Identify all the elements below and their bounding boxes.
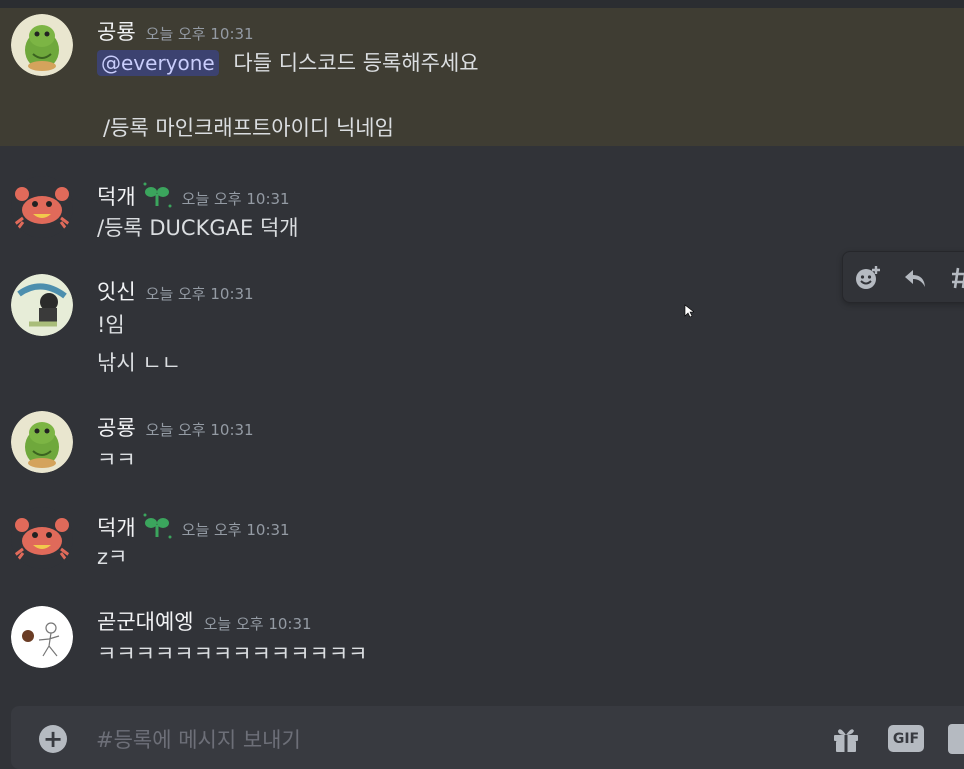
timestamp: 오늘 오후 10:31 — [181, 190, 290, 208]
message-text: ㅋㅋ — [97, 448, 136, 472]
message-content: @everyone 다들 디스코드 등록해주세요 — [97, 47, 479, 77]
username[interactable]: 곧군대예엥 — [97, 606, 194, 636]
message-text: zㅋ — [97, 545, 128, 569]
plus-circle-icon[interactable]: + — [39, 725, 67, 753]
message-text: !임 — [97, 313, 125, 337]
username[interactable]: 덕개 — [97, 181, 136, 211]
character-avatar-icon — [11, 274, 73, 336]
avatar[interactable] — [11, 274, 73, 336]
timestamp: 오늘 오후 10:31 — [145, 25, 254, 43]
timestamp: 오늘 오후 10:31 — [145, 285, 254, 303]
top-bar — [0, 0, 964, 8]
thread-icon[interactable] — [947, 264, 964, 292]
message-item[interactable]: 덕개 오늘 오후 10:31 /등록 DUCKGAE 덕개 — [0, 174, 964, 244]
message-item[interactable]: 잇신 오늘 오후 10:31 !임 낚시 ㄴㄴ — [0, 272, 964, 382]
crab-avatar-icon — [11, 507, 73, 569]
everyone-mention[interactable]: @everyone — [97, 50, 219, 76]
reply-icon[interactable] — [901, 264, 929, 292]
timestamp: 오늘 오후 10:31 — [145, 421, 254, 439]
sprout-badge-icon — [143, 182, 172, 208]
username[interactable]: 공룡 — [97, 412, 136, 442]
username[interactable]: 잇신 — [97, 276, 136, 306]
dinosaur-avatar-icon — [11, 411, 73, 473]
stick-figure-avatar-icon — [11, 606, 73, 668]
username[interactable]: 덕개 — [97, 512, 136, 542]
username[interactable]: 공룡 — [97, 16, 136, 46]
message-item[interactable]: 곧군대예엥 오늘 오후 10:31 ㅋㅋㅋㅋㅋㅋㅋㅋㅋㅋㅋㅋㅋㅋ — [0, 602, 964, 672]
avatar[interactable] — [11, 507, 73, 569]
add-reaction-icon[interactable] — [853, 264, 881, 292]
mouse-cursor-icon — [684, 304, 694, 318]
message-text: /등록 DUCKGAE 덕개 — [97, 216, 299, 240]
message-list: 공룡 오늘 오후 10:31 @everyone 다들 디스코드 등록해주세요 … — [0, 8, 964, 698]
message-text: /등록 마인크래프트아이디 닉네임 — [103, 116, 394, 140]
message-composer: + #등록에 메시지 보내기 GIF — [11, 706, 964, 769]
crab-avatar-icon — [11, 176, 73, 238]
sticker-icon[interactable] — [948, 724, 964, 754]
avatar[interactable] — [11, 14, 73, 76]
message-text: 다들 디스코드 등록해주세요 — [233, 51, 479, 75]
gif-button[interactable]: GIF — [888, 725, 924, 752]
message-item[interactable]: 덕개 오늘 오후 10:31 zㅋ — [0, 505, 964, 575]
timestamp: 오늘 오후 10:31 — [181, 521, 290, 539]
message-item[interactable]: 공룡 오늘 오후 10:31 @everyone 다들 디스코드 등록해주세요 … — [0, 8, 964, 146]
message-text: 낚시 ㄴㄴ — [97, 351, 181, 375]
message-item[interactable]: 공룡 오늘 오후 10:31 ㅋㅋ — [0, 408, 964, 478]
avatar[interactable] — [11, 411, 73, 473]
avatar[interactable] — [11, 176, 73, 238]
sprout-badge-icon — [143, 513, 172, 539]
message-hover-toolbar — [842, 251, 964, 303]
timestamp: 오늘 오후 10:31 — [203, 615, 312, 633]
gift-icon[interactable] — [831, 724, 861, 754]
message-input[interactable]: #등록에 메시지 보내기 — [96, 724, 301, 754]
message-text: ㅋㅋㅋㅋㅋㅋㅋㅋㅋㅋㅋㅋㅋㅋ — [97, 642, 368, 666]
dinosaur-avatar-icon — [11, 14, 73, 76]
avatar[interactable] — [11, 606, 73, 668]
